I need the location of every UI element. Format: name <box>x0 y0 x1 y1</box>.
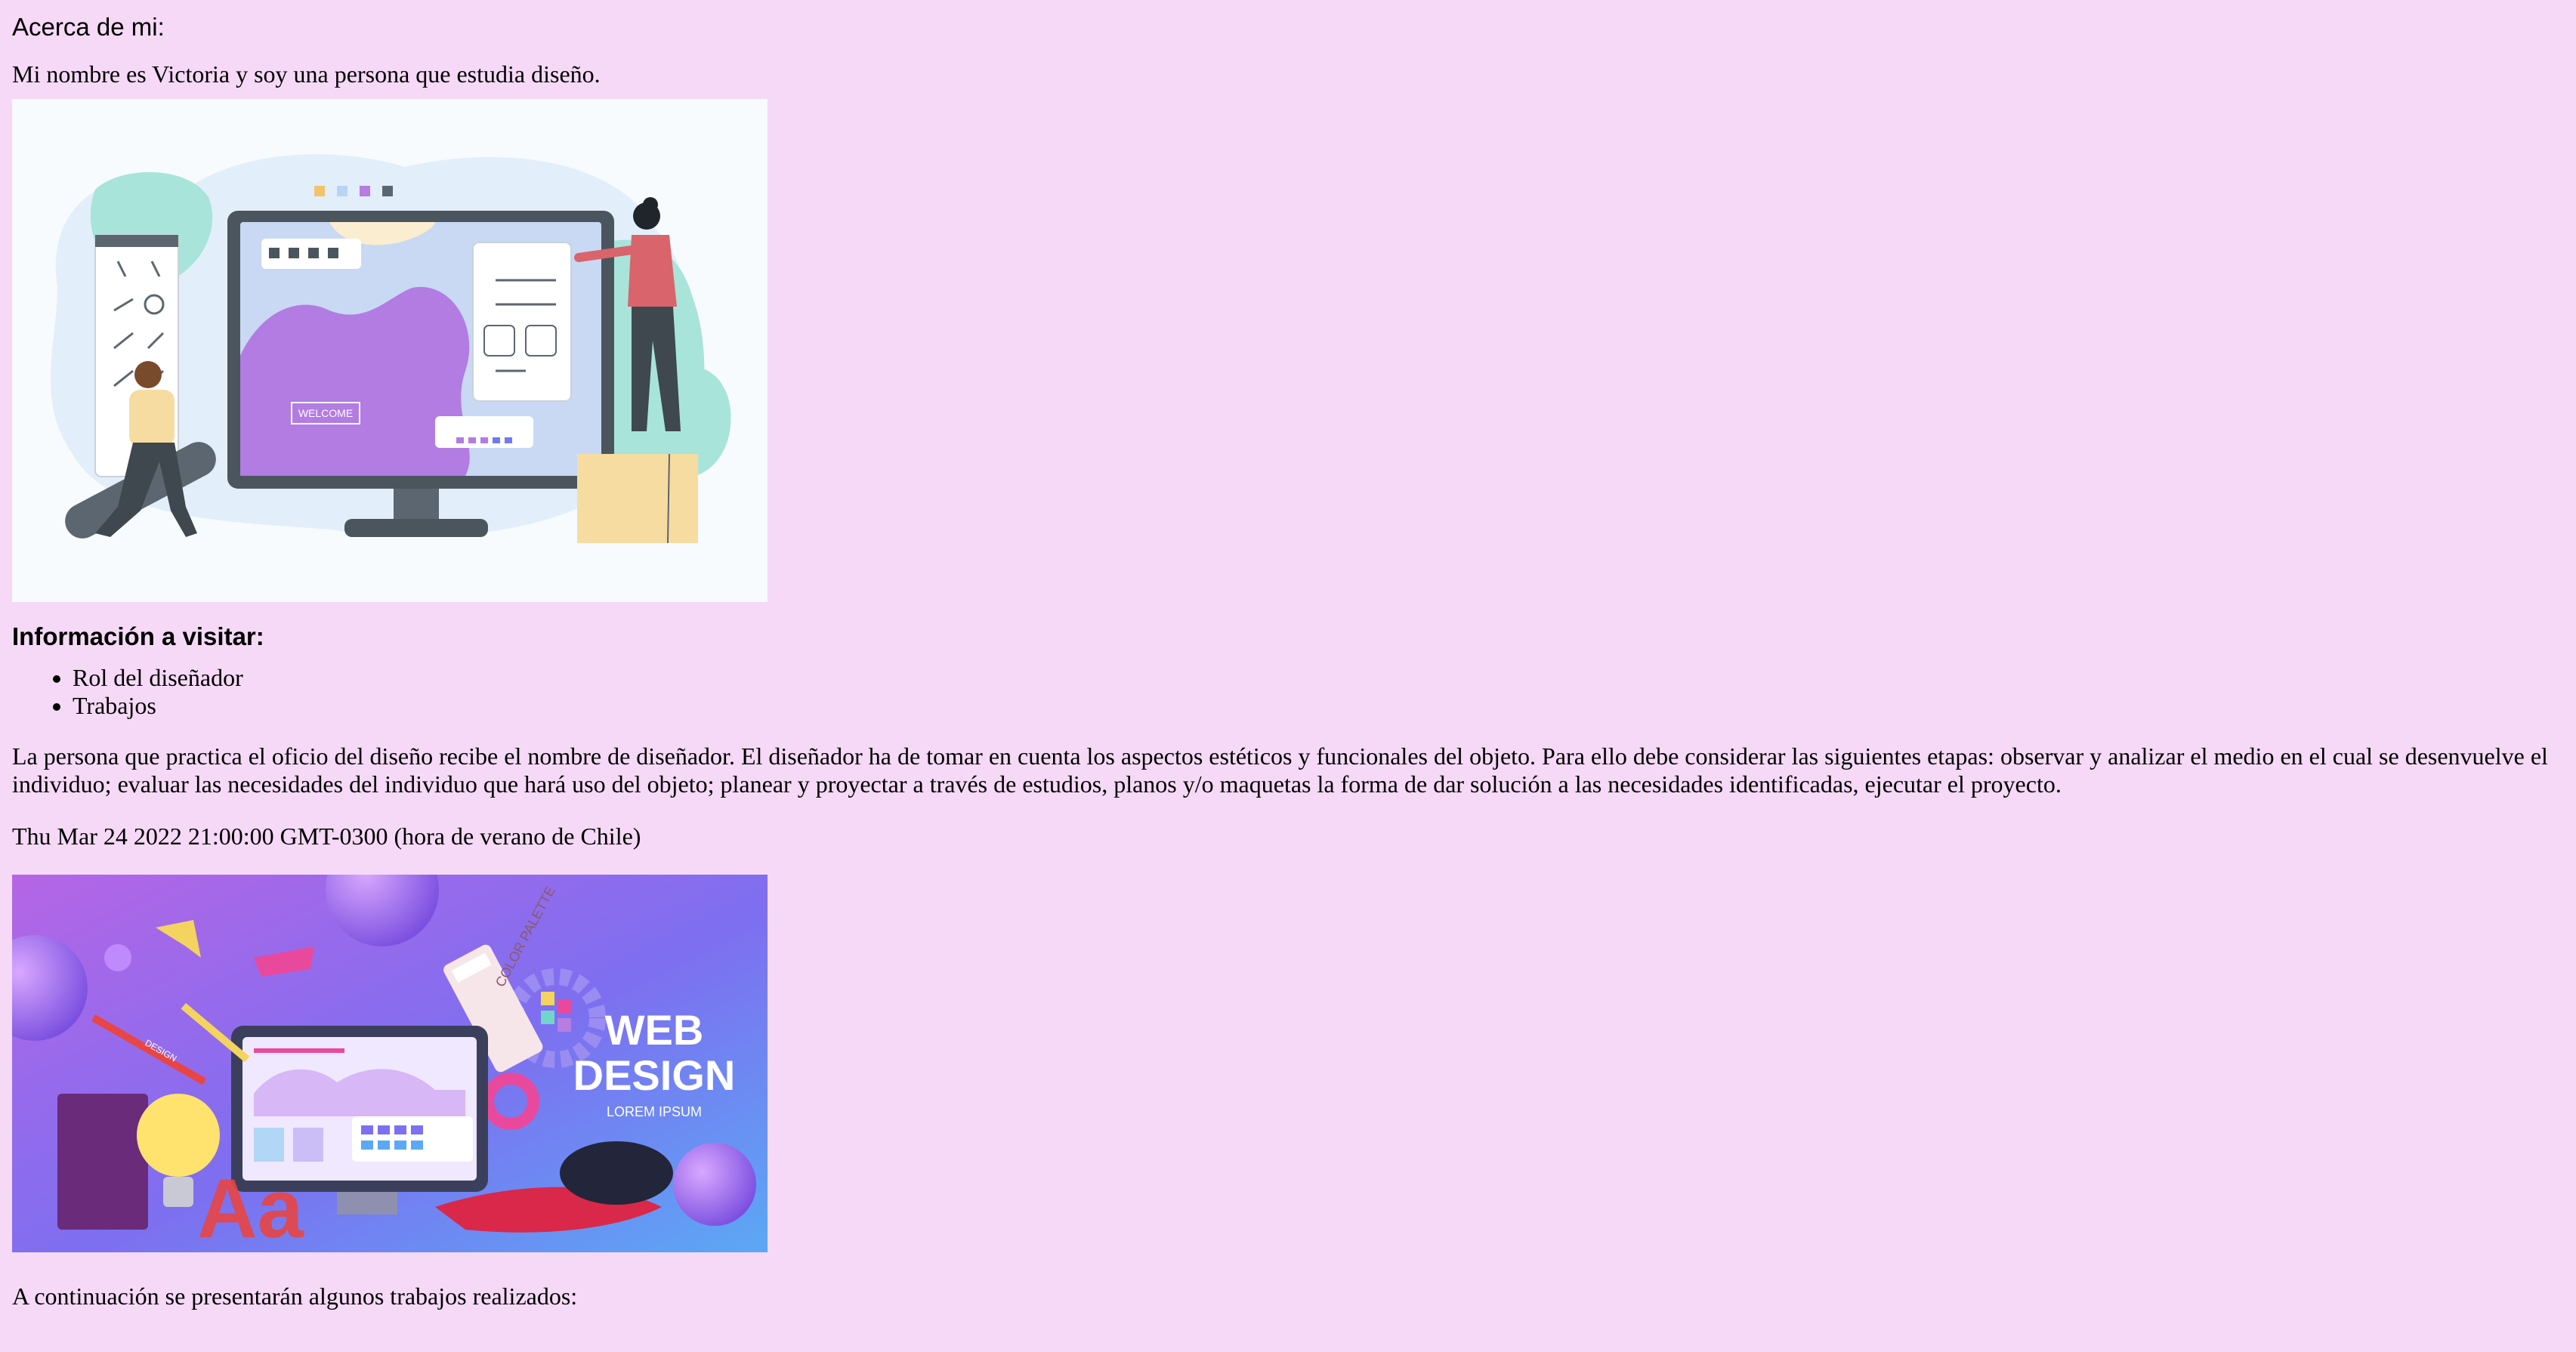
about-title: Acerca de mi: <box>12 13 165 41</box>
welcome-screen-label: WELCOME <box>298 407 353 419</box>
aa-letters: Aa <box>197 1162 304 1252</box>
continuation-text: A continuación se presentarán algunos tr… <box>12 1283 578 1310</box>
banner-subtitle: LOREM IPSUM <box>607 1104 702 1119</box>
visit-list-item-rol: Rol del diseñador <box>73 664 2564 692</box>
intro-text: Mi nombre es Victoria y soy una persona … <box>12 60 601 88</box>
web-design-banner-illustration: COLOR PALETTE DESIGN Aa WEB DESIGN LOREM… <box>12 875 768 1252</box>
description-text: La persona que practica el oficio del di… <box>12 742 2548 798</box>
visit-list: Rol del diseñador Trabajos <box>12 664 2564 720</box>
page: Acerca de mi: Mi nombre es Victoria y so… <box>0 0 2576 1352</box>
banner-title-line2: DESIGN <box>573 1051 736 1099</box>
designer-working-illustration: WELCOME <box>12 99 768 602</box>
date-text: Thu Mar 24 2022 21:00:00 GMT-0300 (hora … <box>12 823 641 850</box>
visit-info-title: Información a visitar: <box>12 622 264 650</box>
banner-title-line1: WEB <box>605 1006 704 1054</box>
visit-list-item-trabajos: Trabajos <box>73 692 2564 720</box>
